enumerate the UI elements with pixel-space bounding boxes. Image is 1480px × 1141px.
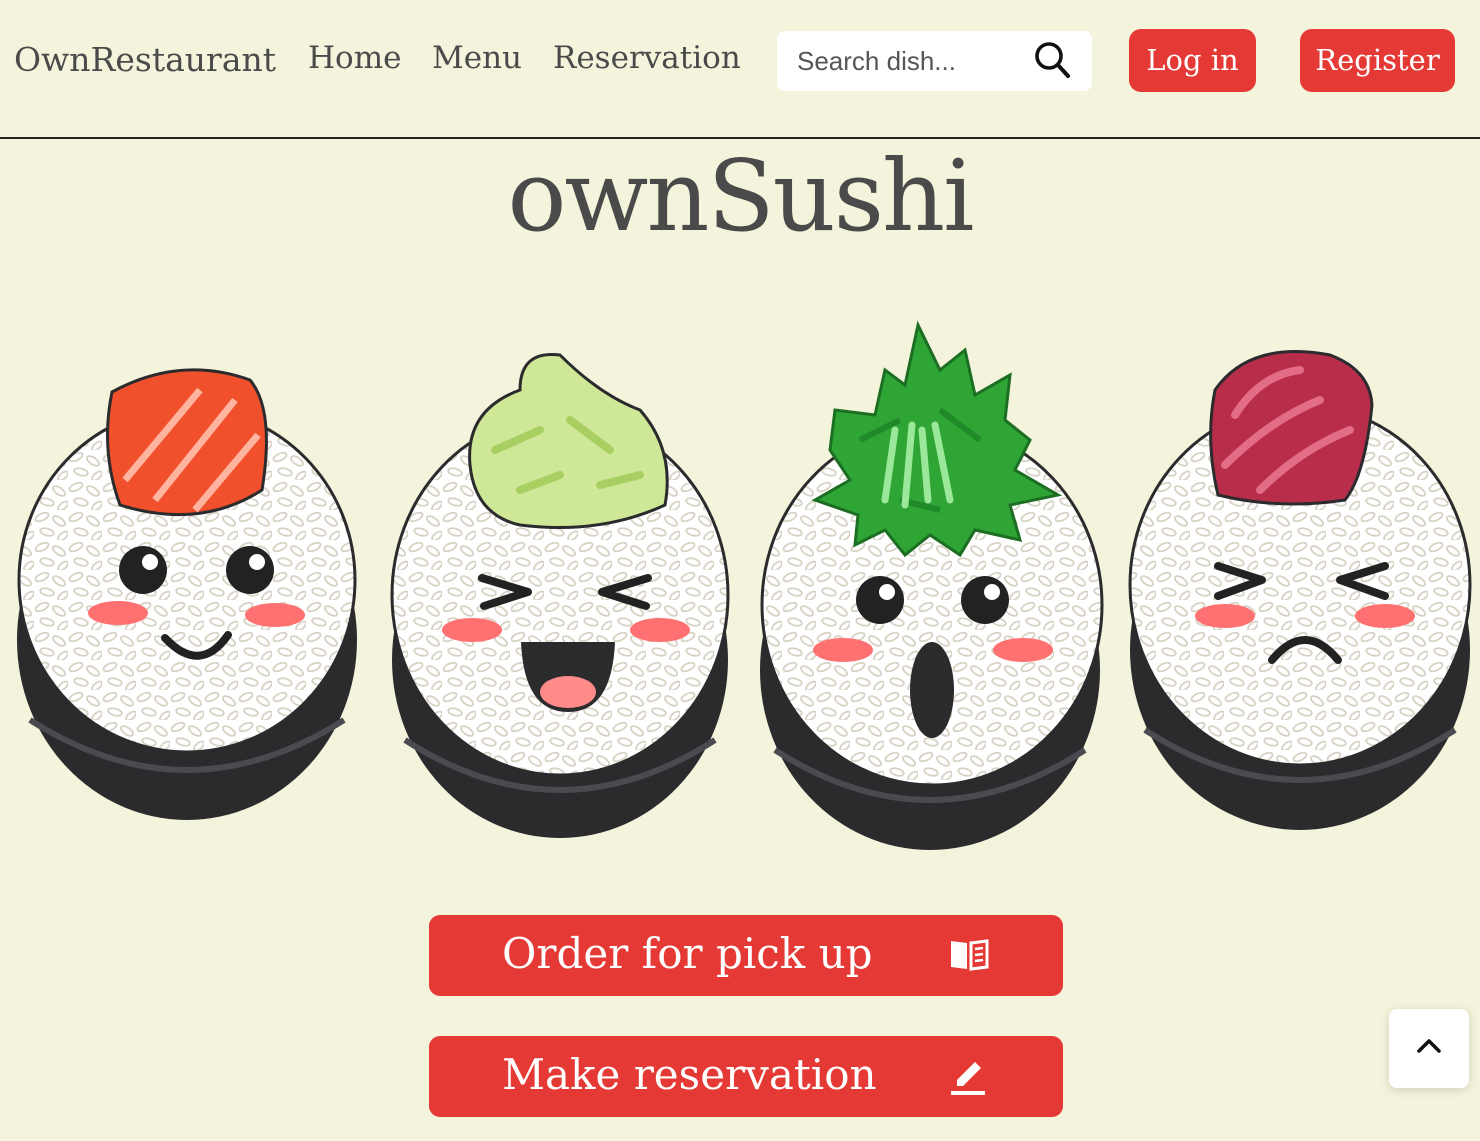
register-button[interactable]: Register — [1300, 29, 1455, 92]
nav-menu[interactable]: Menu — [432, 40, 522, 76]
nav-reservation[interactable]: Reservation — [553, 40, 741, 76]
sushi-wasabi — [390, 352, 730, 838]
login-button[interactable]: Log in — [1129, 29, 1256, 92]
page-title: ownSushi — [507, 140, 974, 254]
nav-home[interactable]: Home — [308, 40, 401, 76]
scroll-to-top-button[interactable] — [1389, 1009, 1469, 1088]
order-pickup-button[interactable]: Order for pick up — [429, 915, 1063, 996]
sushi-tuna — [1128, 350, 1472, 830]
search-input[interactable] — [777, 31, 1027, 91]
sushi-illustration — [17, 320, 1472, 850]
make-reservation-button[interactable]: Make reservation — [429, 1036, 1063, 1117]
brand-logo[interactable]: OwnRestaurant — [14, 40, 276, 79]
chevron-up-icon — [1417, 1039, 1441, 1053]
book-icon — [951, 939, 989, 971]
sushi-salmon — [17, 368, 357, 820]
navbar: OwnRestaurant Home Menu Reservation Log … — [0, 0, 1480, 139]
search-icon[interactable] — [1033, 40, 1071, 80]
order-pickup-label: Order for pick up — [502, 929, 873, 978]
pencil-icon — [951, 1062, 985, 1095]
make-reservation-label: Make reservation — [502, 1050, 877, 1099]
sushi-seaweed — [760, 320, 1104, 850]
